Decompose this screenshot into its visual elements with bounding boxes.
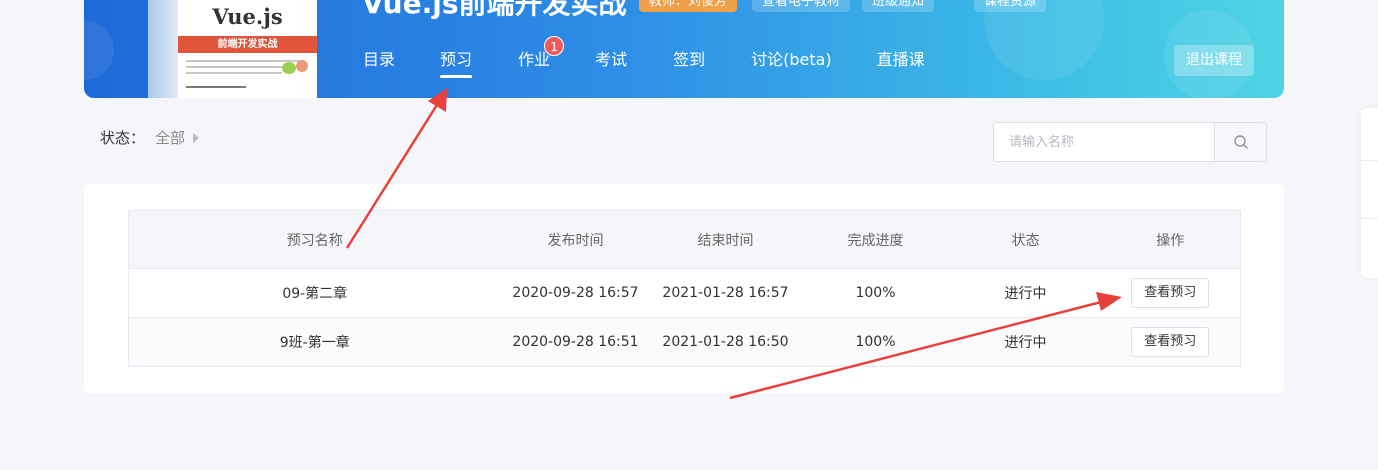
column-header-status: 状态 — [950, 210, 1101, 269]
column-header-publish-time: 发布时间 — [500, 210, 651, 269]
cell-end-time: 2021-01-28 16:57 — [650, 268, 801, 318]
tab-catalog[interactable]: 目录 — [363, 48, 395, 78]
column-header-end-time: 结束时间 — [650, 210, 801, 269]
table-header-row: 预习名称 发布时间 结束时间 完成进度 状态 操作 — [128, 210, 1241, 269]
course-header-banner: Vue.js 前端开发实战 Vue.js前端开发实战 教师：刘俊芳 查看电子教材… — [84, 0, 1284, 98]
cell-name: 09-第二章 — [128, 268, 501, 318]
homework-count-badge: 1 — [544, 36, 565, 56]
side-float-panel[interactable] — [1361, 108, 1378, 278]
view-preview-button[interactable]: 查看预习 — [1131, 327, 1210, 357]
ebook-button[interactable]: 查看电子教材 — [752, 0, 851, 12]
tab-checkin[interactable]: 签到 — [673, 48, 705, 78]
class-notice-button[interactable]: 班级通知 — [862, 0, 935, 12]
tab-preview[interactable]: 预习 — [440, 48, 473, 78]
preview-list-card: 预习名称 发布时间 结束时间 完成进度 状态 操作 09-第二章 2020-09… — [84, 184, 1284, 393]
cell-status: 进行中 — [950, 268, 1101, 318]
book-cover-band: 前端开发实战 — [178, 36, 317, 53]
cover-text-line — [186, 66, 296, 68]
column-header-name: 预习名称 — [128, 210, 501, 269]
cover-text-line — [186, 72, 282, 74]
course-nav: 目录 预习 作业 1 考试 签到 讨论(beta) 直播课 — [354, 36, 925, 78]
search-button[interactable] — [1214, 123, 1266, 161]
cell-progress: 100% — [800, 317, 951, 367]
cell-status: 进行中 — [950, 317, 1101, 367]
cell-name: 9班-第一章 — [128, 317, 501, 367]
teacher-chip: 教师：刘俊芳 — [639, 0, 738, 12]
side-panel-divider — [1361, 218, 1378, 219]
book-cover: Vue.js 前端开发实战 — [178, 0, 317, 98]
cell-action: 查看预习 — [1100, 268, 1241, 318]
book-spine — [148, 0, 178, 98]
tab-live-class[interactable]: 直播课 — [877, 48, 925, 78]
status-filter[interactable]: 状态： 全部 — [100, 127, 200, 148]
tab-homework-label: 作业 — [518, 50, 551, 69]
status-filter-label: 状态： — [100, 129, 146, 147]
preview-table: 预习名称 发布时间 结束时间 完成进度 状态 操作 09-第二章 2020-09… — [128, 210, 1241, 367]
column-header-progress: 完成进度 — [800, 210, 951, 269]
cell-progress: 100% — [800, 268, 951, 318]
tab-exam[interactable]: 考试 — [595, 48, 627, 78]
cell-end-time: 2021-01-28 16:50 — [650, 317, 801, 367]
caret-right-icon[interactable] — [193, 132, 200, 143]
decor-bubble — [84, 20, 114, 80]
exit-course-button[interactable]: 退出课程 — [1174, 45, 1254, 76]
table-row: 09-第二章 2020-09-28 16:57 2021-01-28 16:57… — [128, 268, 1241, 318]
column-header-action: 操作 — [1100, 210, 1241, 269]
course-title: Vue.js前端开发实战 — [362, 0, 627, 20]
book-cover-title: Vue.js — [212, 4, 283, 29]
cover-bird-graphic — [282, 62, 296, 74]
view-preview-button[interactable]: 查看预习 — [1131, 278, 1210, 308]
cell-publish-time: 2020-09-28 16:51 — [500, 317, 651, 367]
cell-publish-time: 2020-09-28 16:57 — [500, 268, 651, 318]
status-filter-value[interactable]: 全部 — [155, 127, 185, 148]
cover-publisher — [186, 86, 246, 88]
side-panel-divider — [1361, 160, 1378, 161]
table-row: 9班-第一章 2020-09-28 16:51 2021-01-28 16:50… — [128, 317, 1241, 367]
search-icon — [1233, 135, 1248, 149]
search-box — [993, 122, 1267, 162]
tab-homework[interactable]: 作业 1 — [518, 36, 565, 78]
cell-action: 查看预习 — [1100, 317, 1241, 367]
course-resources-button[interactable]: 课程资源 — [974, 0, 1047, 12]
search-input[interactable] — [994, 123, 1214, 161]
tab-discussion[interactable]: 讨论(beta) — [751, 48, 832, 78]
cover-bird-graphic — [296, 60, 308, 72]
